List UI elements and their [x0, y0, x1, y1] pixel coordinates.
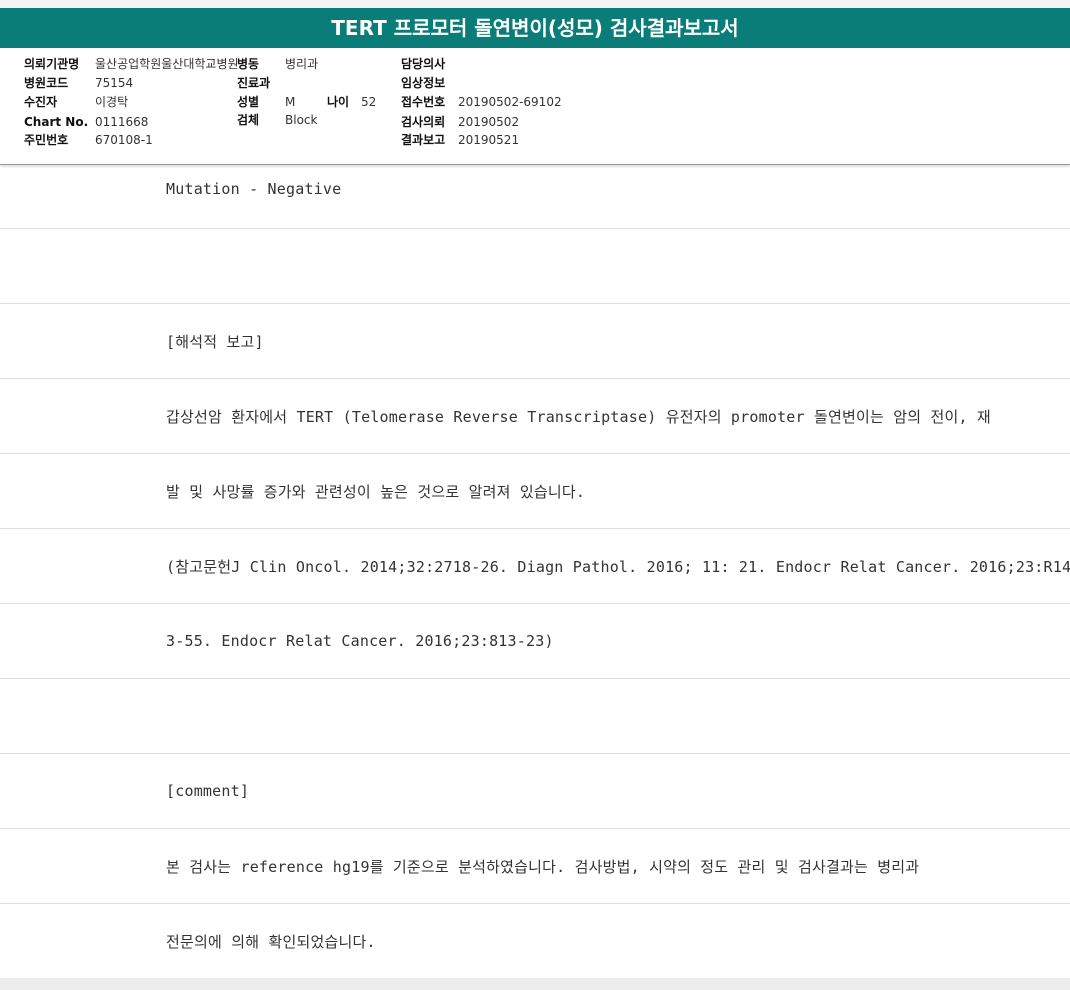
- report-line: 본 검사는 reference hg19를 기준으로 분석하였습니다. 검사방법…: [0, 829, 1070, 904]
- report-line: 3-55. Endocr Relat Cancer. 2016;23:813-2…: [0, 604, 1070, 679]
- doctor-label: 담당의사: [401, 57, 446, 71]
- report-line: 발 및 사망률 증가와 관련성이 높은 것으로 알려져 있습니다.: [0, 454, 1070, 529]
- chart-no-value: 0111668: [95, 115, 149, 129]
- patient-value: 이경탁: [95, 95, 129, 109]
- specimen-value: Block: [285, 113, 318, 127]
- patient-info-header: 의뢰기관명 울산공업학원울산대학교병원 병동 병리과 담당의사 병원코드 751…: [0, 48, 1070, 165]
- report-body: Mutation - Negative [해석적 보고] 갑상선암 환자에서 T…: [0, 165, 1070, 979]
- report-date-value: 20190521: [458, 133, 520, 147]
- chart-no-label: Chart No.: [24, 115, 89, 129]
- department-label: 진료과: [237, 76, 271, 90]
- receipt-label: 접수번호: [401, 95, 446, 109]
- line-text: 발 및 사망률 증가와 관련성이 높은 것으로 알려져 있습니다.: [166, 482, 586, 501]
- line-text: 갑상선암 환자에서 TERT (Telomerase Reverse Trans…: [166, 407, 991, 426]
- request-label: 검사의뢰: [401, 115, 446, 129]
- specimen-label: 검체: [237, 113, 260, 127]
- report-line: Mutation - Negative: [0, 165, 1070, 229]
- resident-no-value: 670108-1: [95, 133, 153, 147]
- report-line: 갑상선암 환자에서 TERT (Telomerase Reverse Trans…: [0, 379, 1070, 454]
- top-strip: [0, 0, 1070, 8]
- line-text: (참고문헌J Clin Oncol. 2014;32:2718-26. Diag…: [166, 557, 1070, 576]
- line-text: 전문의에 의해 확인되었습니다.: [166, 932, 376, 951]
- bottom-strip: [0, 978, 1070, 990]
- sex-label: 성별: [237, 95, 260, 109]
- line-text: 본 검사는 reference hg19를 기준으로 분석하였습니다. 검사방법…: [166, 857, 920, 876]
- receipt-value: 20190502-69102: [458, 95, 562, 109]
- ward-value: 병리과: [285, 57, 319, 71]
- report-line: [comment]: [0, 754, 1070, 829]
- line-text: [해석적 보고]: [166, 332, 264, 351]
- report-line: (참고문헌J Clin Oncol. 2014;32:2718-26. Diag…: [0, 529, 1070, 604]
- report-line: [0, 679, 1070, 754]
- clinical-info-label: 임상정보: [401, 76, 446, 90]
- request-value: 20190502: [458, 115, 520, 129]
- hospital-code-label: 병원코드: [24, 76, 69, 90]
- patient-label: 수진자: [24, 95, 58, 109]
- ward-label: 병동: [237, 57, 260, 71]
- line-text: [comment]: [166, 782, 250, 800]
- age-label: 나이: [327, 95, 350, 109]
- hospital-code-value: 75154: [95, 76, 134, 90]
- report-date-label: 결과보고: [401, 133, 446, 147]
- age-value: 52: [361, 95, 377, 109]
- report-line: [해석적 보고]: [0, 304, 1070, 379]
- institution-label: 의뢰기관명: [24, 57, 80, 71]
- line-text: 3-55. Endocr Relat Cancer. 2016;23:813-2…: [166, 632, 554, 650]
- report-line: 전문의에 의해 확인되었습니다.: [0, 904, 1070, 979]
- sex-value: M: [285, 95, 296, 109]
- institution-value: 울산공업학원울산대학교병원: [95, 57, 239, 71]
- report-title: TERT 프로모터 돌연변이(성모) 검사결과보고서: [0, 8, 1070, 48]
- report-line: [0, 229, 1070, 304]
- resident-no-label: 주민번호: [24, 133, 69, 147]
